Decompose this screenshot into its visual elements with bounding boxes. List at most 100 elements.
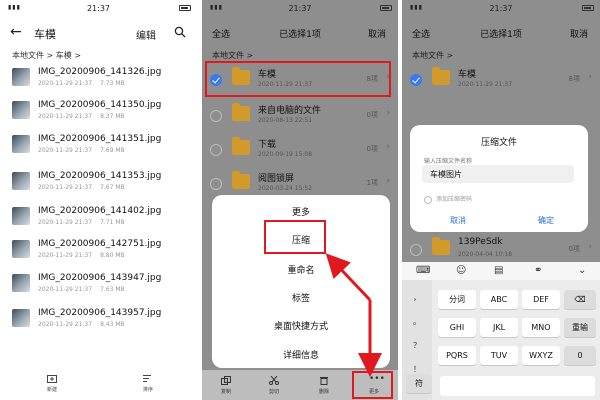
image-thumbnail bbox=[12, 68, 30, 86]
folder-row-selected[interactable]: 车模 2020-11-29 21:37 8项 › bbox=[402, 62, 600, 98]
key[interactable]: TUV bbox=[480, 346, 518, 365]
collapse-keyboard-icon[interactable]: ⌄ bbox=[578, 265, 586, 276]
menu-item-tag[interactable]: 标签 bbox=[212, 291, 390, 304]
key[interactable]: MNO bbox=[522, 318, 560, 337]
folder-count: 0项 bbox=[568, 245, 580, 253]
folder-icon bbox=[232, 137, 250, 155]
radio-icon[interactable] bbox=[210, 144, 222, 156]
menu-item-rename[interactable]: 重命名 bbox=[212, 263, 390, 276]
breadcrumb[interactable]: 本地文件 > bbox=[212, 50, 253, 61]
radio-icon[interactable] bbox=[210, 178, 222, 190]
copy-label: 复制 bbox=[220, 389, 231, 395]
radio-icon[interactable] bbox=[210, 110, 222, 122]
folder-date: 2020-09-19 15:08 bbox=[258, 151, 313, 158]
radio-icon[interactable] bbox=[410, 244, 422, 256]
folder-row[interactable]: 下载 2020-09-19 15:08 0项 › bbox=[202, 132, 398, 168]
breadcrumb[interactable]: 本地文件 > 车模 > bbox=[12, 50, 81, 61]
file-meta: 2020-11-29 21:37 7.73 MB bbox=[38, 80, 133, 87]
battery-icon bbox=[380, 4, 392, 11]
breadcrumb[interactable]: 本地文件 > bbox=[412, 50, 453, 61]
file-row[interactable]: IMG_20200906_143947.jpg 2020-11-29 21:37… bbox=[0, 270, 197, 302]
zero-key[interactable]: 0 bbox=[564, 346, 596, 365]
file-date: 2020-11-29 21:37 bbox=[38, 184, 93, 191]
punct-key[interactable]: ， bbox=[402, 292, 432, 303]
clipboard-icon[interactable]: ▤ bbox=[494, 265, 503, 276]
chevron-right-icon: › bbox=[588, 242, 592, 252]
link-icon[interactable]: ⚭ bbox=[534, 265, 542, 276]
file-size: 7.67 MB bbox=[100, 184, 125, 191]
file-row[interactable]: IMG_20200906_142751.jpg 2020-11-29 21:37… bbox=[0, 236, 197, 268]
chevron-right-icon: › bbox=[386, 108, 390, 118]
file-row[interactable]: IMG_20200906_141402.jpg 2020-11-29 21:37… bbox=[0, 203, 197, 235]
cut-label: 剪切 bbox=[268, 389, 279, 395]
copy-button[interactable]: 复制 bbox=[206, 376, 246, 395]
keyboard-icon[interactable]: ⌨ bbox=[416, 265, 430, 276]
image-thumbnail bbox=[12, 172, 30, 190]
file-row[interactable]: IMG_20200906_141353.jpg 2020-11-29 21:37… bbox=[0, 168, 197, 200]
new-button[interactable]: 新建 bbox=[32, 374, 72, 393]
space-key[interactable] bbox=[440, 376, 595, 396]
emoji-icon[interactable]: ☺ bbox=[456, 265, 466, 276]
symbol-key[interactable]: 符 bbox=[406, 374, 432, 393]
status-bar: ▮▮▮ 21:37 bbox=[0, 0, 197, 17]
file-row[interactable]: IMG_20200906_141350.jpg 2020-11-29 21:37… bbox=[0, 97, 197, 129]
search-icon[interactable] bbox=[174, 26, 186, 38]
checked-radio-icon[interactable] bbox=[410, 74, 422, 86]
reinput-key[interactable]: 重输 bbox=[564, 318, 596, 337]
key[interactable]: PQRS bbox=[438, 346, 476, 365]
trash-icon bbox=[320, 377, 328, 385]
folder-icon bbox=[232, 103, 250, 121]
cancel-button[interactable]: 取消 bbox=[570, 27, 588, 40]
file-name: IMG_20200906_141402.jpg bbox=[38, 206, 162, 216]
file-name: IMG_20200906_141353.jpg bbox=[38, 171, 162, 181]
backspace-key[interactable]: ⌫ bbox=[564, 290, 596, 309]
folder-name: 阅图锁屏 bbox=[258, 174, 295, 184]
ime-keyboard: ⌨ ☺ ▤ ⚭ ⌄ ， 。 ？ ！ 分词 ABC DEF ⌫ GHI JKL M… bbox=[402, 262, 600, 400]
file-date: 2020-11-29 21:37 bbox=[38, 113, 93, 120]
file-row[interactable]: IMG_20200906_141326.jpg 2020-11-29 21:37… bbox=[0, 64, 197, 96]
key[interactable]: 分词 bbox=[438, 290, 476, 309]
checkbox-icon[interactable] bbox=[424, 195, 432, 204]
dialog-cancel-button[interactable]: 取消 bbox=[450, 215, 466, 226]
file-row[interactable]: IMG_20200906_141351.jpg 2020-11-29 21:37… bbox=[0, 131, 197, 163]
menu-item-shortcut[interactable]: 桌面快捷方式 bbox=[212, 319, 390, 332]
status-time: 21:37 bbox=[489, 4, 513, 13]
folder-date: 2020-03-24 15:52 bbox=[258, 185, 313, 192]
punct-key[interactable]: 。 bbox=[402, 316, 432, 327]
image-thumbnail bbox=[12, 274, 30, 292]
folder-name: 来自电脑的文件 bbox=[258, 106, 322, 116]
folder-icon bbox=[432, 67, 450, 85]
highlight-compress-item bbox=[264, 220, 326, 254]
file-size: 8.43 MB bbox=[100, 321, 125, 328]
file-name: IMG_20200906_142751.jpg bbox=[38, 239, 162, 249]
delete-button[interactable]: 删除 bbox=[304, 376, 344, 395]
file-row[interactable]: IMG_20200906_143957.jpg 2020-11-29 21:37… bbox=[0, 305, 197, 337]
cut-button[interactable]: 剪切 bbox=[254, 376, 294, 395]
key[interactable]: WXYZ bbox=[522, 346, 560, 365]
key[interactable]: DEF bbox=[522, 290, 560, 309]
key[interactable]: JKL bbox=[480, 318, 518, 337]
key[interactable]: GHI bbox=[438, 318, 476, 337]
archive-name-input[interactable]: 车模图片 bbox=[422, 165, 574, 183]
dialog-ok-button[interactable]: 确定 bbox=[538, 215, 554, 226]
back-arrow-icon[interactable]: ← bbox=[10, 24, 22, 40]
key[interactable]: ABC bbox=[480, 290, 518, 309]
folder-row[interactable]: 来自电脑的文件 2020-08-13 22:51 0项 › bbox=[202, 98, 398, 134]
file-date: 2020-11-29 21:37 bbox=[38, 321, 93, 328]
scissors-icon bbox=[269, 376, 279, 385]
folder-icon bbox=[232, 171, 250, 189]
menu-item-details[interactable]: 详细信息 bbox=[212, 348, 390, 361]
cancel-button[interactable]: 取消 bbox=[368, 27, 386, 40]
folder-title: 车模 bbox=[34, 28, 56, 41]
chevron-right-icon: › bbox=[386, 142, 390, 152]
punct-key[interactable]: ？ bbox=[402, 340, 432, 351]
chevron-right-icon: › bbox=[386, 176, 390, 186]
edit-button[interactable]: 编辑 bbox=[136, 27, 156, 42]
sort-button[interactable]: 排序 bbox=[128, 374, 168, 393]
add-password-option[interactable]: 添加压缩密码 bbox=[424, 194, 472, 204]
selection-header: 全选 已选择1项 取消 bbox=[202, 22, 398, 44]
file-meta: 2020-11-29 21:37 7.69 MB bbox=[38, 147, 133, 154]
folder-date: 2020-11-29 21:37 bbox=[458, 81, 513, 88]
file-size: 8.37 MB bbox=[100, 113, 125, 120]
delete-label: 删除 bbox=[318, 389, 329, 395]
